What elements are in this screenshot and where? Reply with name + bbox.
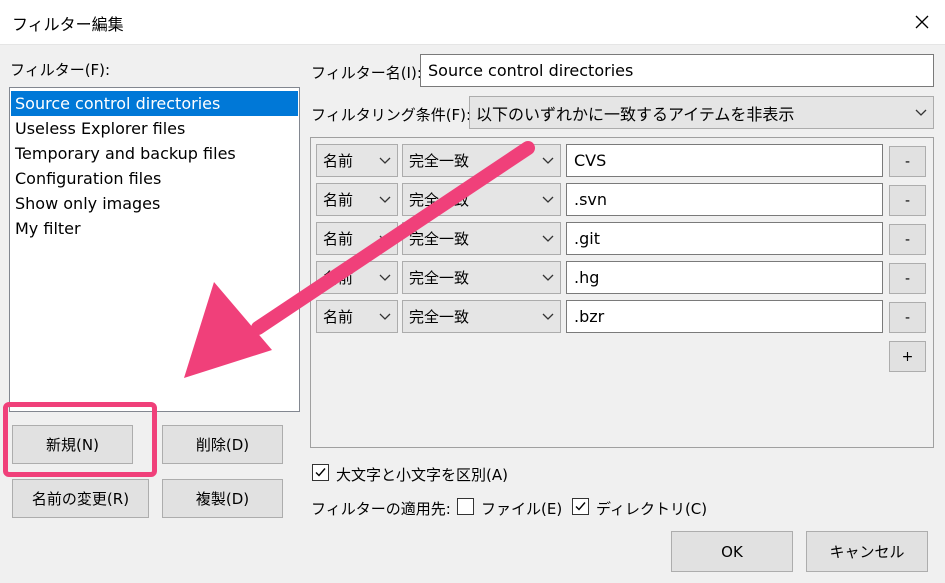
- annotation-arrow: [184, 141, 535, 378]
